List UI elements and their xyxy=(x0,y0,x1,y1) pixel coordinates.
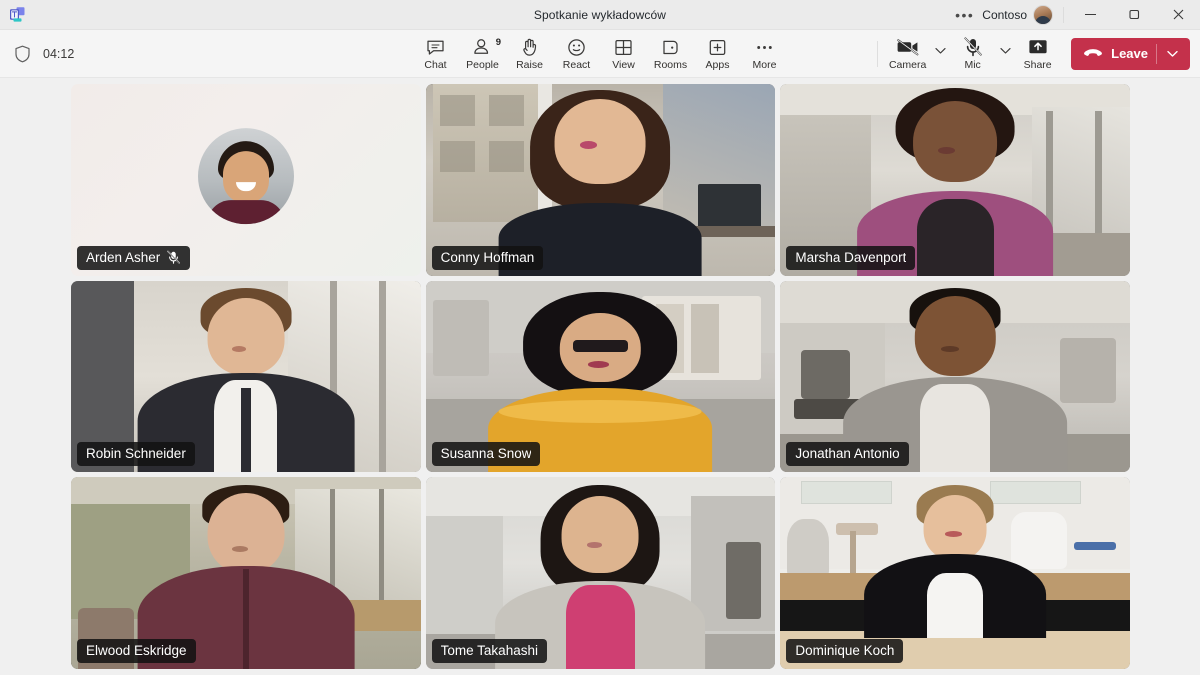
view-grid-icon xyxy=(613,36,634,58)
chat-label: Chat xyxy=(424,59,447,71)
participant-name: Tome Takahashi xyxy=(440,643,538,658)
mic-off-icon xyxy=(166,250,181,265)
leave-label: Leave xyxy=(1111,46,1148,61)
participant-name-chip: Elwood Eskridge xyxy=(77,639,196,663)
react-emoji-icon xyxy=(566,36,587,58)
actionbar-right-cluster: Camera Mic Share Leave xyxy=(873,30,1200,77)
participant-tile[interactable]: Dominique Koch xyxy=(780,477,1130,669)
participant-tile[interactable]: Arden Asher xyxy=(71,84,421,276)
share-label: Share xyxy=(1023,59,1052,71)
participant-name: Robin Schneider xyxy=(86,446,186,462)
participant-name-chip: Susanna Snow xyxy=(431,442,541,467)
meeting-timer: 04:12 xyxy=(43,46,75,61)
people-count-badge: 9 xyxy=(495,37,501,48)
raise-hand-button[interactable]: Raise xyxy=(506,31,553,77)
title-bar: Spotkanie wykładowców ••• Contoso xyxy=(0,0,1200,30)
camera-label: Camera xyxy=(888,59,927,71)
participant-name: Arden Asher xyxy=(86,249,161,265)
participant-name: Dominique Koch xyxy=(795,643,895,658)
chat-button[interactable]: Chat xyxy=(412,31,459,77)
camera-off-icon xyxy=(896,36,920,58)
participant-avatar xyxy=(197,127,294,224)
share-screen-icon xyxy=(1027,36,1049,58)
participant-name-chip: Jonathan Antonio xyxy=(786,442,909,467)
react-button[interactable]: React xyxy=(553,31,600,77)
participant-name-chip: Tome Takahashi xyxy=(431,639,547,663)
camera-options-chevron-down-icon[interactable] xyxy=(931,34,949,74)
actionbar-tools: Chat 9 People Raise React View Rooms App… xyxy=(412,30,788,77)
apps-plus-icon xyxy=(707,36,728,58)
participant-name-chip: Conny Hoffman xyxy=(431,245,544,270)
participant-name-chip: Robin Schneider xyxy=(77,442,195,467)
participant-name: Elwood Eskridge xyxy=(86,643,187,658)
more-ellipsis-icon xyxy=(754,36,775,58)
participant-tile[interactable]: Robin Schneider xyxy=(71,280,421,473)
camera-toggle-button[interactable]: Camera xyxy=(884,31,931,77)
maximize-button[interactable] xyxy=(1112,0,1156,30)
close-button[interactable] xyxy=(1156,0,1200,30)
user-avatar[interactable] xyxy=(1033,4,1053,25)
participant-tile[interactable]: Jonathan Antonio xyxy=(780,280,1130,473)
minimize-button[interactable] xyxy=(1068,0,1112,30)
participant-name: Marsha Davenport xyxy=(795,249,907,265)
mic-control-group: Mic xyxy=(949,31,1014,77)
view-label: View xyxy=(612,59,635,71)
participant-name: Susanna Snow xyxy=(440,446,532,462)
chat-icon xyxy=(425,36,446,58)
people-icon: 9 xyxy=(472,36,501,58)
more-button[interactable]: More xyxy=(741,31,788,77)
mic-toggle-button[interactable]: Mic xyxy=(949,31,996,77)
participant-tile[interactable]: Tome Takahashi xyxy=(425,477,776,669)
raise-hand-icon xyxy=(519,36,540,58)
apps-button[interactable]: Apps xyxy=(694,31,741,77)
titlebar-divider xyxy=(1063,6,1064,23)
mic-label: Mic xyxy=(964,59,981,71)
participant-tile[interactable]: Susanna Snow xyxy=(425,280,776,473)
more-label: More xyxy=(752,59,777,71)
rooms-button[interactable]: Rooms xyxy=(647,31,694,77)
actionbar-left-cluster: 04:12 xyxy=(0,45,74,63)
hang-up-icon xyxy=(1083,47,1103,60)
share-button[interactable]: Share xyxy=(1014,31,1061,77)
leave-options-chevron-down-icon[interactable] xyxy=(1165,50,1180,58)
participant-name-chip: Dominique Koch xyxy=(786,639,904,663)
raise-label: Raise xyxy=(516,59,543,71)
participant-name: Conny Hoffman xyxy=(440,249,535,265)
people-button[interactable]: 9 People xyxy=(459,31,506,77)
participant-name-chip: Marsha Davenport xyxy=(786,245,916,270)
meeting-action-bar: 04:12 Chat 9 People Raise React View Roo… xyxy=(0,30,1200,78)
mic-off-icon xyxy=(963,36,983,58)
rooms-icon xyxy=(660,36,681,58)
view-button[interactable]: View xyxy=(600,31,647,77)
teams-logo-icon xyxy=(8,6,26,24)
actionbar-divider xyxy=(877,40,879,67)
leave-button[interactable]: Leave xyxy=(1071,37,1190,70)
participant-tile[interactable]: Conny Hoffman xyxy=(425,84,776,276)
react-label: React xyxy=(562,59,591,71)
participant-tile[interactable]: Marsha Davenport xyxy=(780,84,1130,276)
participant-tile[interactable]: Elwood Eskridge xyxy=(71,477,421,669)
titlebar-right-cluster: ••• Contoso xyxy=(947,0,1200,29)
mic-options-chevron-down-icon[interactable] xyxy=(996,34,1014,74)
participant-name-chip: Arden Asher xyxy=(77,245,191,270)
leave-divider xyxy=(1156,43,1157,64)
titlebar-overflow-button[interactable]: ••• xyxy=(947,0,982,30)
camera-control-group: Camera xyxy=(884,31,949,77)
org-name-label: Contoso xyxy=(982,7,1027,22)
video-gallery-grid: Arden Asher Conny Hoffman Marsha Davenpo… xyxy=(0,78,1200,675)
participant-name: Jonathan Antonio xyxy=(795,446,900,462)
shield-icon xyxy=(14,45,31,63)
apps-label: Apps xyxy=(705,59,730,71)
people-label: People xyxy=(466,59,499,71)
rooms-label: Rooms xyxy=(653,59,688,71)
